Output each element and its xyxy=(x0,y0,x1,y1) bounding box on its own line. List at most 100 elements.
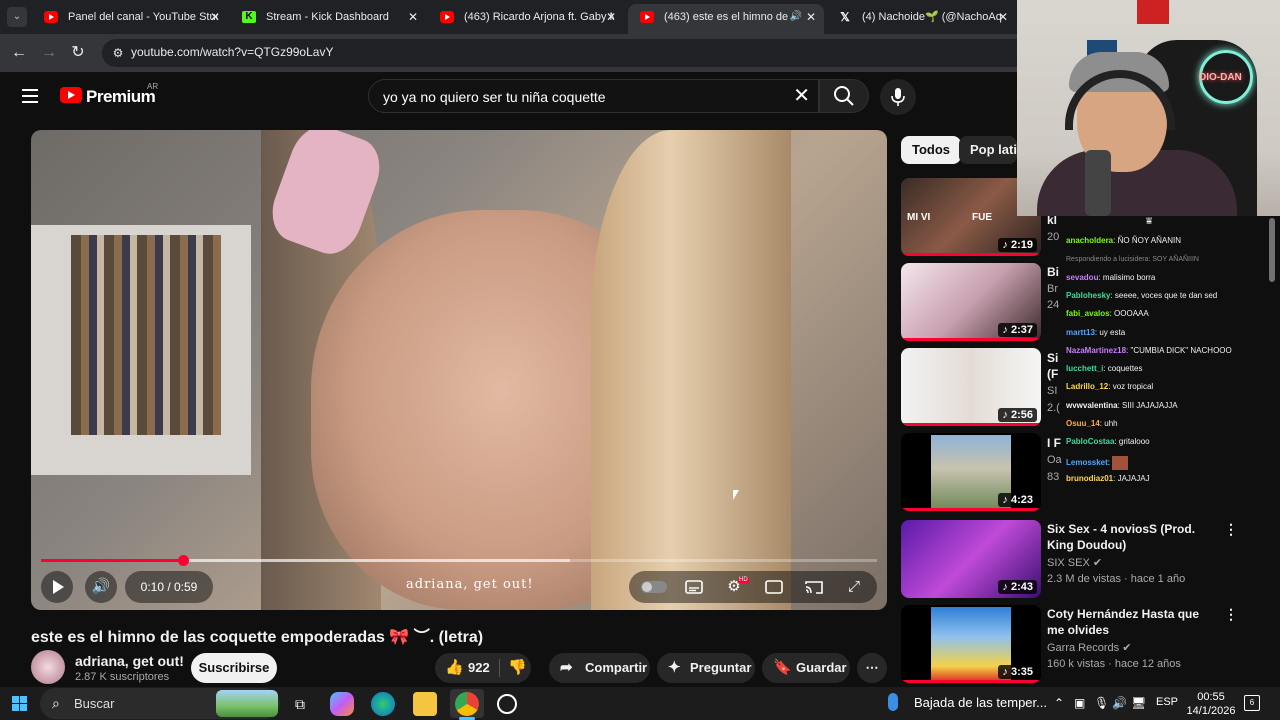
tab-close-icon[interactable]: ✕ xyxy=(998,4,1008,30)
tab-close-icon[interactable]: ✕ xyxy=(606,4,616,30)
chat-scrollbar[interactable] xyxy=(1268,218,1276,683)
browser-tab-active[interactable]: (463) este es el himno de las 🔊 ✕ xyxy=(628,4,824,34)
file-explorer-icon[interactable] xyxy=(413,692,437,716)
play-button[interactable] xyxy=(41,571,73,603)
chat-message: Pablohesky: seeee, voces que te dan sed xyxy=(1066,291,1217,300)
channel-avatar[interactable] xyxy=(31,650,65,684)
more-actions-icon[interactable]: ⋯ xyxy=(857,653,887,683)
autoplay-toggle[interactable] xyxy=(641,581,667,593)
chip-all[interactable]: Todos xyxy=(901,136,962,164)
related-thumbnail[interactable]: ♪ 2:43 xyxy=(901,520,1041,598)
subscribe-button[interactable]: Suscribirse xyxy=(191,653,277,683)
fullscreen-icon[interactable]: ⤢ xyxy=(839,571,869,603)
more-options-icon[interactable]: ⋮ xyxy=(1224,521,1238,538)
related-title-partial[interactable]: I F xyxy=(1047,436,1061,450)
chat-username[interactable]: brunodiaz01 xyxy=(1066,474,1113,483)
chat-message: Osuu_14: uhh xyxy=(1066,419,1118,428)
language-indicator[interactable]: ESP xyxy=(1156,696,1178,708)
video-frame-hair xyxy=(591,130,791,610)
cast-icon[interactable] xyxy=(799,571,829,603)
channel-name[interactable]: adriana, get out! xyxy=(75,653,184,669)
browser-tab-youtube-studio[interactable]: Panel del canal - YouTube Studio ✕ xyxy=(32,4,228,34)
related-thumbnail[interactable]: ♪ 4:23 xyxy=(901,433,1041,511)
tab-close-icon[interactable]: ✕ xyxy=(408,4,418,30)
tray-app-icon[interactable]: ▣ xyxy=(1074,696,1085,710)
chat-username[interactable]: fabi_avalos xyxy=(1066,309,1110,318)
theater-mode-icon[interactable] xyxy=(759,571,789,603)
browser-tab-kick[interactable]: K Stream - Kick Dashboard ✕ xyxy=(230,4,426,34)
video-player[interactable]: 🔊 0:10 / 0:59 adriana, get out! ⚙ HD ⤢ xyxy=(31,130,887,610)
related-channel[interactable]: SIX SEX ✔ xyxy=(1047,556,1102,569)
chat-username[interactable]: lucchett_i xyxy=(1066,364,1103,373)
speaker-icon[interactable]: 🔊 xyxy=(1112,696,1127,710)
search-button[interactable] xyxy=(819,79,869,113)
chat-username[interactable]: PabloCostaa xyxy=(1066,437,1114,446)
more-options-icon[interactable]: ⋮ xyxy=(1224,606,1238,623)
task-view-icon[interactable]: ⧉ xyxy=(288,692,312,716)
voice-search-button[interactable] xyxy=(880,79,916,115)
subtitles-icon[interactable] xyxy=(679,571,709,603)
chat-username[interactable]: martt13 xyxy=(1066,328,1095,337)
chat-username[interactable]: wvwvalentina xyxy=(1066,401,1118,410)
browser-tab-x[interactable]: 𝕏 (4) Nachoide🌱 (@NachoAquin ✕ xyxy=(826,4,1016,34)
chat-emote-icon xyxy=(1112,455,1129,470)
clear-search-icon[interactable]: ✕ xyxy=(793,84,810,108)
related-thumbnail[interactable]: ♪ 3:35 xyxy=(901,605,1041,683)
chat-username[interactable]: Lemossket xyxy=(1066,458,1108,467)
network-icon[interactable]: 🖥 xyxy=(1131,696,1146,710)
settings-gear-icon[interactable]: ⚙ xyxy=(719,571,749,603)
ask-button[interactable]: ✦ Preguntar xyxy=(657,653,755,683)
system-clock[interactable]: 00:55 14/1/2026 xyxy=(1186,690,1236,718)
chat-username[interactable]: sevadou xyxy=(1066,273,1098,282)
share-button[interactable]: ➦ Compartir xyxy=(549,653,650,683)
progress-scrubber-handle[interactable] xyxy=(178,555,190,566)
chat-username[interactable]: anacholdera xyxy=(1066,236,1113,245)
related-title-partial[interactable]: (F xyxy=(1047,367,1058,381)
like-icon[interactable]: 👍 xyxy=(445,653,464,683)
dislike-icon[interactable]: 👎 xyxy=(508,653,527,683)
related-title-partial[interactable]: Bi xyxy=(1047,265,1059,279)
chat-username[interactable]: Pablohesky xyxy=(1066,291,1110,300)
related-title[interactable]: Coty Hernández Hasta que me olvides xyxy=(1047,606,1215,638)
like-count[interactable]: 922 xyxy=(468,653,490,683)
chat-text: ÑO ÑOY AÑANIN xyxy=(1117,236,1182,245)
youtube-premium-label[interactable]: Premium xyxy=(86,87,156,107)
chat-username[interactable]: Ladrillo_12 xyxy=(1066,382,1108,391)
tab-close-icon[interactable]: ✕ xyxy=(210,4,220,30)
copilot-icon[interactable] xyxy=(330,692,354,716)
related-title-partial[interactable]: Si xyxy=(1047,351,1058,365)
browser-tab-arjona[interactable]: (463) Ricardo Arjona ft. Gaby M ✕ xyxy=(428,4,624,34)
site-info-icon[interactable]: ⚙ xyxy=(110,45,126,61)
back-arrow-icon[interactable]: ← xyxy=(8,42,30,64)
tab-audio-icon[interactable]: 🔊 xyxy=(790,4,802,30)
related-thumbnail[interactable]: ♪ 2:56 xyxy=(901,348,1041,426)
address-bar[interactable]: ⚙ youtube.com/watch?v=QTGz99oLavY xyxy=(102,39,1017,67)
taskbar-search[interactable]: ⌕ Buscar xyxy=(40,688,280,719)
chip-pop-latino[interactable]: Pop latino xyxy=(959,136,1017,164)
related-channel[interactable]: Garra Records ✔ xyxy=(1047,641,1131,654)
search-input[interactable]: yo ya no quiero ser tu niña coquette ✕ xyxy=(368,79,819,113)
related-thumbnail[interactable]: ♪ 2:37 xyxy=(901,263,1041,341)
verified-icon: ✔ xyxy=(1122,642,1132,654)
chrome-icon[interactable] xyxy=(455,692,479,716)
obs-icon[interactable] xyxy=(497,694,517,714)
chat-username[interactable]: Osuu_14 xyxy=(1066,419,1100,428)
microphone-stand xyxy=(1085,150,1111,216)
volume-icon[interactable]: 🔊 xyxy=(85,571,117,603)
tab-search-menu-icon[interactable]: ⌄ xyxy=(7,7,27,27)
chat-username[interactable]: NazaMartinez18 xyxy=(1066,346,1126,355)
chat-message: Respondiendo a lucisidera: SOY AÑAÑIIIN xyxy=(1066,254,1199,263)
windows-start-icon[interactable] xyxy=(12,696,27,711)
edge-icon[interactable] xyxy=(371,692,395,716)
forward-arrow-icon[interactable]: → xyxy=(38,42,60,64)
tab-close-icon[interactable]: ✕ xyxy=(806,4,816,30)
menu-icon[interactable] xyxy=(22,89,38,103)
youtube-logo-icon[interactable] xyxy=(60,87,82,103)
microphone-icon[interactable]: 🎙 xyxy=(1094,696,1109,710)
clock-date: 14/1/2026 xyxy=(1186,705,1236,717)
notification-center-icon[interactable]: 6 xyxy=(1244,695,1260,711)
tray-overflow-icon[interactable]: ⌃ xyxy=(1054,696,1064,710)
reload-icon[interactable]: ↻ xyxy=(67,42,89,64)
related-title[interactable]: Six Sex - 4 noviosS (Prod. King Doudou) xyxy=(1047,521,1215,553)
save-button[interactable]: 🔖 Guardar xyxy=(762,653,850,683)
